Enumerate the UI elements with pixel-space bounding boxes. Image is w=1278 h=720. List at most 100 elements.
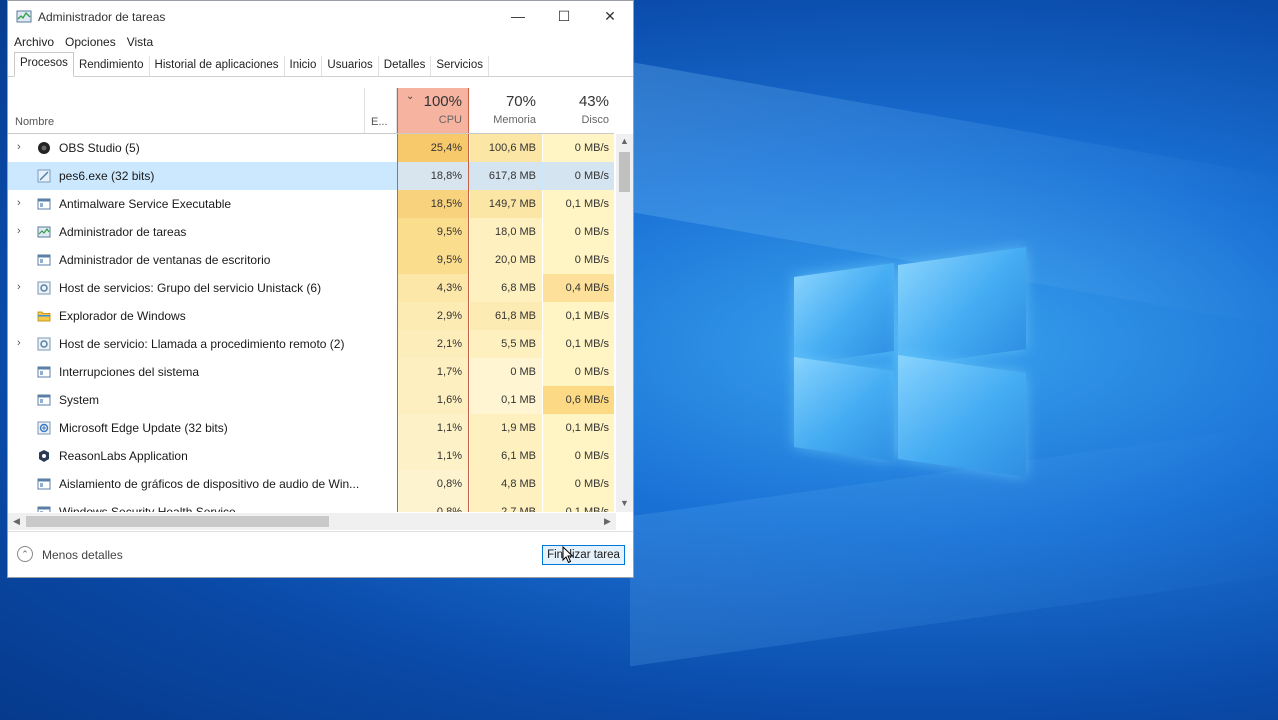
process-memory: 2,7 MB — [470, 498, 542, 512]
column-header-name[interactable]: Nombre — [15, 116, 54, 128]
process-memory: 0,1 MB — [470, 386, 542, 414]
tab-bar: Procesos Rendimiento Historial de aplica… — [8, 52, 633, 77]
close-button[interactable]: ✕ — [587, 1, 633, 31]
memory-label: Memoria — [493, 114, 536, 126]
tab-usuarios[interactable]: Usuarios — [322, 56, 379, 76]
window-title: Administrador de tareas — [38, 10, 166, 24]
scroll-down-arrow-icon[interactable]: ▼ — [620, 498, 629, 508]
scroll-right-arrow-icon[interactable]: ▶ — [604, 516, 611, 527]
process-name: Interrupciones del sistema — [59, 365, 200, 379]
process-row[interactable]: Interrupciones del sistema 1,7% 0 MB 0 MB/s — [8, 358, 614, 386]
vertical-scrollbar[interactable]: ▲ ▼ — [616, 134, 633, 512]
process-name: Explorador de Windows — [59, 309, 186, 323]
tab-historial[interactable]: Historial de aplicaciones — [150, 56, 285, 76]
menu-archivo[interactable]: Archivo — [14, 35, 54, 49]
process-name: Administrador de tareas — [59, 225, 187, 239]
process-name: Microsoft Edge Update (32 bits) — [59, 421, 228, 435]
process-disk: 0,1 MB/s — [543, 302, 614, 330]
process-memory: 5,5 MB — [470, 330, 542, 358]
windows-logo — [794, 242, 1026, 478]
process-memory: 100,6 MB — [470, 134, 542, 162]
obs-icon — [38, 142, 50, 154]
process-memory: 20,0 MB — [470, 246, 542, 274]
column-header-status[interactable]: E... — [371, 116, 388, 128]
process-name: pes6.exe (32 bits) — [59, 169, 155, 183]
process-row[interactable]: › Antimalware Service Executable 18,5% 149,… — [8, 190, 614, 218]
pes-icon — [37, 169, 51, 183]
process-memory: 149,7 MB — [470, 190, 542, 218]
window-app-icon — [37, 478, 51, 490]
process-row[interactable]: System 1,6% 0,1 MB 0,6 MB/s — [8, 386, 614, 414]
mouse-cursor-icon — [562, 546, 574, 564]
minimize-button[interactable]: — — [495, 1, 541, 31]
column-header-cpu[interactable]: ⌄ 100% CPU — [397, 88, 469, 133]
scroll-left-arrow-icon[interactable]: ◀ — [13, 516, 20, 527]
process-name: OBS Studio (5) — [59, 141, 140, 155]
process-cpu: 0,8% — [397, 498, 469, 512]
process-row[interactable]: ReasonLabs Application 1,1% 6,1 MB 0 MB/s — [8, 442, 614, 470]
chevron-right-icon[interactable]: › — [17, 141, 21, 153]
task-manager-icon — [16, 10, 32, 23]
task-manager-window: Administrador de tareas — ☐ ✕ Archivo Op… — [7, 0, 634, 578]
process-row[interactable]: Explorador de Windows 2,9% 61,8 MB 0,1 MB/s — [8, 302, 614, 330]
process-disk: 0,1 MB/s — [543, 330, 614, 358]
process-memory: 61,8 MB — [470, 302, 542, 330]
menu-bar: Archivo Opciones Vista — [8, 33, 633, 51]
horizontal-scrollbar[interactable]: ◀ ▶ — [8, 513, 616, 530]
process-row[interactable]: › Host de servicio: Llamada a procedimien… — [8, 330, 614, 358]
process-row[interactable]: Microsoft Edge Update (32 bits) 1,1% 1,9 M… — [8, 414, 614, 442]
disk-total-percent: 43% — [578, 93, 609, 110]
process-disk: 0 MB/s — [543, 246, 614, 274]
chevron-right-icon[interactable]: › — [17, 337, 21, 349]
process-name: Windows Security Health Service — [59, 505, 236, 512]
chevron-right-icon[interactable]: › — [17, 197, 21, 209]
process-memory: 0 MB — [470, 358, 542, 386]
process-row[interactable]: Windows Security Health Service 0,8% 2,7 M… — [8, 498, 614, 512]
process-row[interactable]: Aislamiento de gráficos de dispositivo d… — [8, 470, 614, 498]
process-name: Aislamiento de gráficos de dispositivo d… — [59, 477, 360, 491]
menu-vista[interactable]: Vista — [127, 35, 153, 49]
tab-rendimiento[interactable]: Rendimiento — [74, 56, 150, 76]
process-disk: 0,6 MB/s — [543, 386, 614, 414]
column-header-disk[interactable]: 43% Disco — [543, 88, 615, 133]
process-disk: 0 MB/s — [543, 442, 614, 470]
process-row[interactable]: › Administrador de tareas 9,5% 18,0 MB 0 MB/… — [8, 218, 614, 246]
process-cpu: 2,9% — [397, 302, 469, 330]
chevron-right-icon[interactable]: › — [17, 281, 21, 293]
chevron-up-circle-icon[interactable]: ⌃ — [17, 546, 33, 562]
process-cpu: 1,1% — [397, 414, 469, 442]
disk-label: Disco — [581, 114, 609, 126]
process-cpu: 0,8% — [397, 470, 469, 498]
process-row[interactable]: › Host de servicios: Grupo del servicio U… — [8, 274, 614, 302]
column-header-memory[interactable]: 70% Memoria — [470, 88, 542, 133]
edge-update-icon — [37, 421, 51, 435]
less-details-link[interactable]: Menos detalles — [42, 548, 123, 562]
process-memory: 4,8 MB — [470, 470, 542, 498]
end-task-button[interactable]: Finalizar tarea — [542, 545, 625, 565]
horizontal-scroll-thumb[interactable] — [26, 516, 329, 527]
chevron-right-icon[interactable]: › — [17, 225, 21, 237]
process-cpu: 4,3% — [397, 274, 469, 302]
process-name: System — [59, 393, 100, 407]
process-memory: 6,1 MB — [470, 442, 542, 470]
menu-opciones[interactable]: Opciones — [65, 35, 116, 49]
maximize-button[interactable]: ☐ — [541, 1, 587, 31]
tab-inicio[interactable]: Inicio — [285, 56, 323, 76]
process-disk: 0,1 MB/s — [543, 190, 614, 218]
window-app-icon — [37, 198, 51, 210]
vertical-scroll-thumb[interactable] — [619, 152, 630, 192]
process-cpu: 9,5% — [397, 218, 469, 246]
folder-icon — [37, 311, 51, 322]
scroll-up-arrow-icon[interactable]: ▲ — [620, 136, 629, 146]
process-disk: 0 MB/s — [543, 358, 614, 386]
tab-detalles[interactable]: Detalles — [379, 56, 432, 76]
tab-procesos[interactable]: Procesos — [14, 52, 74, 77]
process-memory: 1,9 MB — [470, 414, 542, 442]
tab-servicios[interactable]: Servicios — [431, 56, 489, 76]
process-cpu: 1,6% — [397, 386, 469, 414]
process-row[interactable]: › OBS Studio (5) 25,4% 100,6 MB 0 MB/s — [8, 134, 614, 162]
process-name: Host de servicios: Grupo del servicio Un… — [59, 281, 322, 295]
process-row[interactable]: pes6.exe (32 bits) 18,8% 617,8 MB 0 MB/s — [8, 162, 614, 190]
title-bar[interactable]: Administrador de tareas — ☐ ✕ — [8, 1, 633, 33]
process-row[interactable]: Administrador de ventanas de escritorio 9… — [8, 246, 614, 274]
